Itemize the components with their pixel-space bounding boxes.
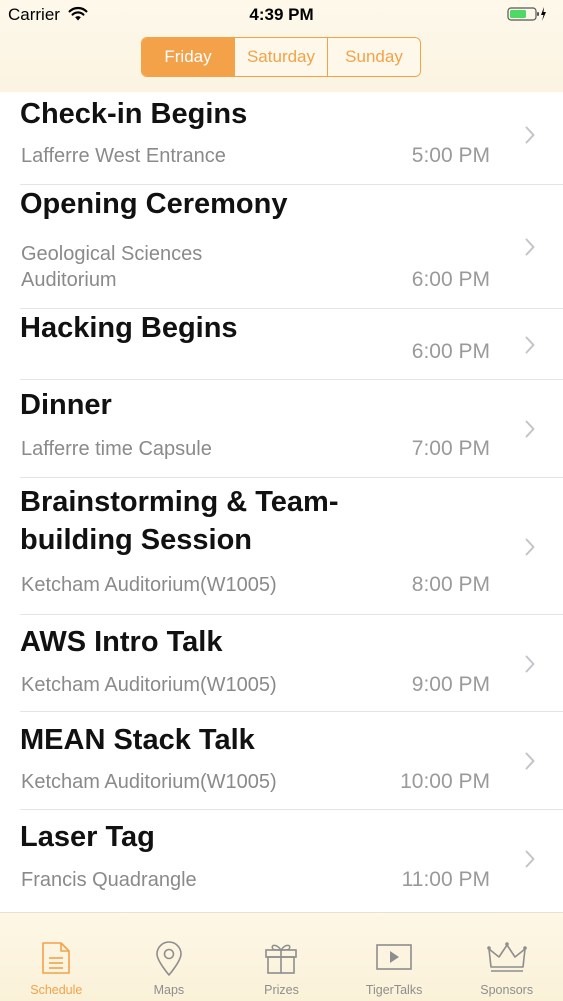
event-row[interactable]: Laser Tag Francis Quadrangle 11:00 PM — [0, 810, 563, 910]
event-location: Geological Sciences Auditorium — [21, 243, 203, 291]
event-row[interactable]: AWS Intro Talk Ketcham Auditorium(W1005)… — [0, 615, 563, 712]
navigation-bar: Carrier 4:39 PM Friday Saturday Sunday — [0, 0, 563, 92]
event-row[interactable]: Hacking Begins 6:00 PM — [0, 309, 563, 380]
day-selector[interactable]: Friday Saturday Sunday — [141, 37, 421, 77]
event-row[interactable]: MEAN Stack Talk Ketcham Auditorium(W1005… — [0, 712, 563, 810]
event-title: Dinner — [20, 389, 112, 421]
event-row[interactable]: Dinner Lafferre time Capsule 7:00 PM — [0, 380, 563, 478]
event-title: Opening Ceremony — [20, 188, 288, 220]
event-location: Lafferre time Capsule — [21, 438, 212, 460]
event-time: 7:00 PM — [411, 437, 490, 460]
day-tab-saturday[interactable]: Saturday — [234, 38, 327, 76]
day-tab-sunday[interactable]: Sunday — [327, 38, 420, 76]
chevron-right-icon — [525, 655, 535, 678]
event-location: Lafferre West Entrance — [21, 145, 226, 167]
tab-label: Schedule — [30, 983, 83, 997]
day-tab-friday[interactable]: Friday — [142, 38, 234, 76]
tab-prizes[interactable]: Prizes — [225, 913, 338, 1001]
tab-bar: Schedule Maps Prizes TigerTalks Sponsors — [0, 912, 563, 1001]
event-row[interactable]: Opening Ceremony Geological Sciences Aud… — [0, 185, 563, 309]
play-icon — [376, 944, 412, 970]
event-row[interactable]: Brainstorming & Team-building Session Ke… — [0, 478, 563, 615]
event-time: 6:00 PM — [411, 268, 490, 291]
event-time: 8:00 PM — [411, 573, 490, 596]
event-time: 5:00 PM — [411, 144, 490, 167]
status-time: 4:39 PM — [249, 5, 314, 24]
event-time: 10:00 PM — [400, 770, 490, 793]
event-title: AWS Intro Talk — [20, 626, 223, 658]
crown-icon — [486, 942, 527, 972]
event-title: Laser Tag — [20, 821, 155, 853]
event-time: 11:00 PM — [401, 868, 490, 891]
event-title: Hacking Begins — [20, 312, 238, 344]
tab-tigertalks[interactable]: TigerTalks — [338, 913, 451, 1001]
chevron-right-icon — [525, 126, 535, 149]
chevron-right-icon — [525, 238, 535, 261]
tab-label: TigerTalks — [365, 983, 423, 997]
tab-label: Maps — [153, 983, 185, 997]
gift-icon — [265, 944, 298, 974]
chevron-right-icon — [525, 752, 535, 775]
tab-maps[interactable]: Maps — [113, 913, 226, 1001]
battery-icon — [507, 6, 547, 27]
event-row[interactable]: Check-in Begins Lafferre West Entrance 5… — [0, 92, 563, 185]
event-location: Ketcham Auditorium(W1005) — [21, 771, 277, 793]
chevron-right-icon — [525, 336, 535, 359]
event-time: 6:00 PM — [411, 340, 490, 363]
tab-label: Prizes — [264, 983, 299, 997]
map-pin-icon — [156, 941, 182, 976]
event-title: MEAN Stack Talk — [20, 724, 255, 756]
event-location: Francis Quadrangle — [21, 869, 197, 891]
event-title: Brainstorming & Team-building Session — [20, 486, 339, 556]
chevron-right-icon — [525, 850, 535, 873]
chevron-right-icon — [525, 538, 535, 561]
tab-label: Sponsors — [480, 983, 534, 997]
document-icon — [42, 942, 71, 974]
schedule-list: Check-in Begins Lafferre West Entrance 5… — [0, 92, 563, 910]
tab-schedule[interactable]: Schedule — [0, 913, 113, 1001]
event-location: Ketcham Auditorium(W1005) — [21, 674, 277, 696]
chevron-right-icon — [525, 420, 535, 443]
tab-sponsors[interactable]: Sponsors — [450, 913, 563, 1001]
event-location: Ketcham Auditorium(W1005) — [21, 574, 277, 596]
status-bar: Carrier 4:39 PM — [0, 0, 563, 30]
event-title: Check-in Begins — [20, 98, 248, 130]
event-time: 9:00 PM — [411, 673, 490, 696]
